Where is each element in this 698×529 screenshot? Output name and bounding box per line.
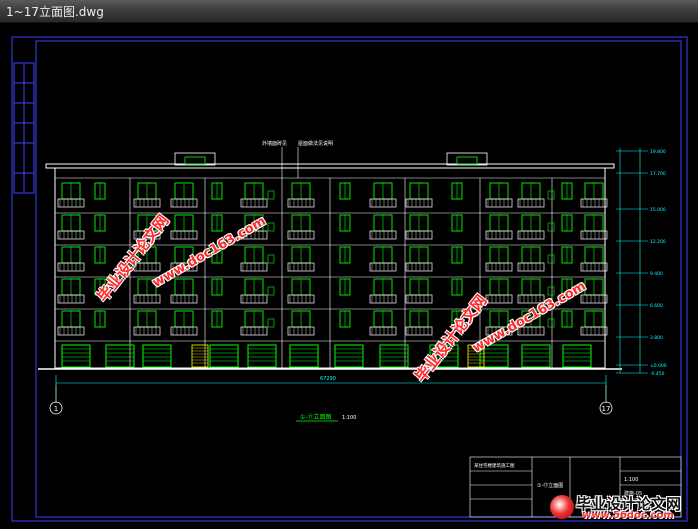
view-scale: 1:100: [342, 415, 356, 421]
window-title: 1~17立面图.dwg: [6, 5, 104, 19]
axis-label-right: 17: [602, 405, 611, 413]
elevation-label: ±0.000: [650, 363, 667, 369]
title-block-project: 某住宅楼建筑施工图: [474, 462, 515, 469]
garage-door: [142, 344, 172, 368]
right-elevation-dimensions: 19.800 17.700 15.000 12.200 9.400 6.600 3.800 ±…: [616, 148, 667, 377]
view-title: ①-⑰立面图: [300, 413, 332, 421]
stair-window: [547, 318, 555, 328]
cad-drawing-svg: 外墙面砖见 屋面做法见说明 67290 1 17 ①-⑰立面图 1:100 19…: [11, 36, 688, 522]
elevation-label: 19.800: [650, 149, 666, 155]
garage-door: [334, 344, 364, 368]
title-block-drawing-name: ①-⑰立面图: [537, 482, 563, 489]
elevation-label: 17.700: [650, 171, 666, 177]
binding-strip: [13, 62, 35, 194]
garage-door: [247, 344, 277, 368]
garage-door: [61, 344, 91, 368]
roof-stair-window: [456, 156, 478, 165]
garage-door: [521, 344, 551, 368]
elevation-label: 3.800: [650, 335, 663, 341]
elevation-label: 12.200: [650, 239, 666, 245]
garage-door: [289, 344, 319, 368]
roof-stair-tower: [174, 152, 216, 166]
axis-label-left: 1: [54, 405, 58, 413]
stair-window: [267, 286, 275, 296]
logo-emblem-icon: [550, 495, 574, 519]
top-callouts: 外墙面砖见 屋面做法见说明: [262, 140, 333, 178]
cad-drawing-canvas[interactable]: 外墙面砖见 屋面做法见说明 67290 1 17 ①-⑰立面图 1:100 19…: [0, 23, 698, 525]
stair-window: [547, 190, 555, 200]
entrance-door: [191, 344, 209, 368]
stair-window: [267, 254, 275, 264]
roof-parapet: [45, 163, 615, 169]
roof-stair-window: [184, 156, 206, 165]
stair-window: [267, 318, 275, 328]
title-block-scale: 1:100: [624, 477, 638, 483]
elevation-label: 9.400: [650, 271, 663, 277]
elevation-label: 6.600: [650, 303, 663, 309]
logo-url: www.56doc.com: [582, 510, 674, 521]
stair-window: [547, 254, 555, 264]
stair-window: [267, 190, 275, 200]
garage-door: [209, 344, 239, 368]
elevation-label: -0.450: [650, 371, 665, 377]
garage-door: [562, 344, 592, 368]
garage-door: [379, 344, 409, 368]
sheet-inner-border: [35, 40, 682, 518]
stair-window: [267, 222, 275, 232]
stair-window: [547, 222, 555, 232]
elevation-label: 15.000: [650, 207, 666, 213]
overall-dimension-label: 67290: [320, 376, 336, 382]
site-logo: 毕业设计论文网 www.56doc.com: [546, 493, 696, 523]
roof-stair-tower: [446, 152, 488, 166]
callout-2: 屋面做法见说明: [298, 140, 333, 147]
callout-1: 外墙面砖见: [262, 140, 287, 147]
window-titlebar: 1~17立面图.dwg: [0, 0, 698, 23]
